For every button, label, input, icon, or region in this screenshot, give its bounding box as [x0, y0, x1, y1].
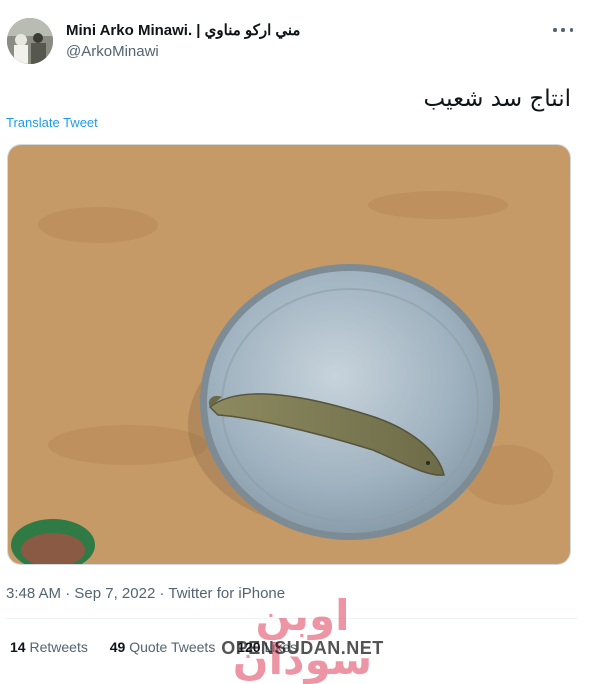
author-handle[interactable]: @ArkoMinawi	[66, 43, 159, 60]
retweets-label: Retweets	[29, 639, 88, 655]
site-watermark: اوبن سودان OPENSUDAN.NET	[200, 594, 410, 682]
meta-separator: ·	[65, 585, 71, 602]
author-display-name[interactable]: Mini Arko Minawi. | مني اركو مناوي	[66, 22, 300, 39]
tweet-text: انتاج سد شعيب	[423, 86, 571, 112]
translate-tweet-link[interactable]: Translate Tweet	[6, 115, 98, 130]
meta-separator: ·	[159, 585, 165, 602]
more-options-icon[interactable]	[553, 22, 573, 38]
retweets-stat[interactable]: 14 Retweets	[10, 639, 88, 655]
tweet-date[interactable]: Sep 7, 2022	[74, 585, 155, 602]
author-avatar[interactable]	[7, 18, 53, 64]
retweets-count: 14	[10, 639, 26, 655]
tweet-photo[interactable]	[7, 144, 571, 565]
author-name-row[interactable]: Mini Arko Minawi. | مني اركو مناوي	[66, 21, 300, 39]
watermark-latin: OPENSUDAN.NET	[221, 638, 384, 658]
tweet-time[interactable]: 3:48 AM	[6, 585, 61, 602]
quote-tweets-count: 49	[109, 639, 126, 655]
